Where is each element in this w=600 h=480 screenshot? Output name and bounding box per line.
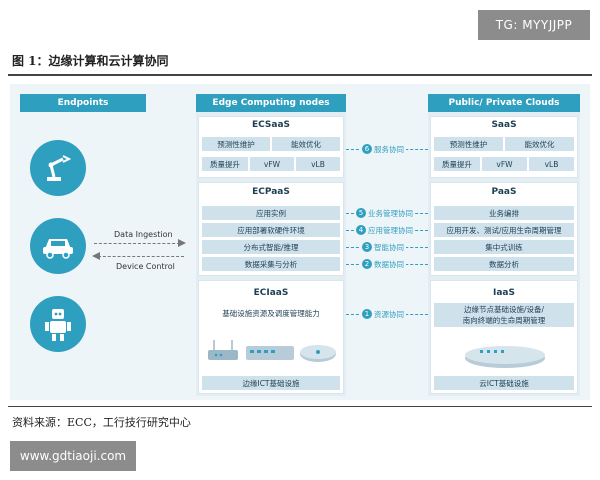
collab-number-badge: 5: [356, 208, 366, 218]
title-divider: [8, 74, 592, 76]
cloud-header: Public/ Private Clouds: [428, 94, 580, 112]
data-ingestion-arrow: [94, 243, 180, 244]
switch-icon: [246, 346, 294, 360]
ecsaas-cell: vFW: [250, 157, 294, 171]
ecpaas-row: 应用实例: [202, 206, 340, 220]
endpoints-header: Endpoints: [20, 94, 146, 112]
collab-number-badge: 6: [362, 144, 372, 154]
ecsaas-cell: 预测性维护: [202, 137, 270, 151]
source-note: 资料来源：ECC，工行技行研究中心: [12, 416, 191, 429]
source-divider: [8, 406, 592, 407]
saas-cell: vFW: [482, 157, 527, 171]
device-control-label: Device Control: [116, 262, 175, 271]
collab-label-text: 资源协同: [374, 309, 404, 319]
collab-label-text: 服务协同: [374, 144, 404, 154]
iaas-title: IaaS: [493, 288, 515, 298]
saas-cell: 预测性维护: [434, 137, 503, 151]
eciaas-title: ECIaaS: [253, 288, 289, 298]
paas-row: 集中式训练: [434, 240, 574, 254]
server-icon: [300, 345, 336, 362]
cloud-server-icon: [465, 346, 545, 368]
ecsaas-cell: vLB: [296, 157, 340, 171]
biz-collab-label: 5 业务管理协同: [354, 207, 415, 219]
saas-cell: vLB: [529, 157, 574, 171]
collab-number-badge: 1: [362, 309, 372, 319]
collab-number-badge: 3: [362, 242, 372, 252]
data-ingestion-label: Data Ingestion: [114, 230, 173, 239]
app-collab-label: 4 应用管理协同: [354, 224, 415, 236]
paas-row: 数据分析: [434, 257, 574, 271]
ecpaas-row: 分布式智能/推理: [202, 240, 340, 254]
eciaas-footer: 边缘ICT基础设施: [202, 376, 340, 390]
collab-label-text: 业务管理协同: [368, 208, 413, 218]
ecpaas-row: 应用部署软硬件环境: [202, 223, 340, 237]
paas-row: 业务编排: [434, 206, 574, 220]
saas-cell: 质量提升: [434, 157, 480, 171]
edge-devices: [208, 340, 336, 362]
watermark-bottom: www.gdtiaoji.com: [10, 441, 136, 471]
robot-arm-icon: [30, 140, 86, 196]
intel-collab-label: 3 智能协同: [360, 241, 406, 253]
ecsaas-title: ECSaaS: [251, 120, 291, 130]
iaas-footer: 云ICT基础设施: [434, 376, 574, 390]
data-ingestion-arrowhead: [178, 239, 186, 247]
eciaas-subtitle: 基础设施资源及调度管理能力: [222, 309, 320, 318]
collab-number-badge: 4: [356, 225, 366, 235]
router-icon: [208, 340, 238, 360]
figure-title: 图 1：边缘计算和云计算协同: [12, 54, 169, 68]
paas-row: 应用开发、测试/应用生命周期管理: [434, 223, 574, 237]
collab-label-text: 智能协同: [374, 242, 404, 252]
resource-collab-label: 1 资源协同: [360, 308, 406, 320]
iaas-lifecycle-line2: 南向终端的生命周期管理: [462, 316, 546, 325]
iaas-lifecycle-line1: 边缘节点基础设施/设备/: [463, 305, 545, 314]
watermark-top: TG: MYYJJPP: [478, 10, 590, 40]
collab-label-text: 数据协同: [374, 259, 404, 269]
iaas-lifecycle-box: 边缘节点基础设施/设备/ 南向终端的生命周期管理: [434, 303, 574, 327]
ecpaas-row: 数据采集与分析: [202, 257, 340, 271]
collab-number-badge: 2: [362, 259, 372, 269]
car-icon: [30, 218, 86, 274]
device-control-arrow: [98, 256, 184, 257]
saas-cell: 能效优化: [505, 137, 574, 151]
service-collab-label: 6 服务协同: [360, 143, 406, 155]
paas-title: PaaS: [491, 187, 517, 197]
robot-icon: [30, 296, 86, 352]
ecpaas-title: ECPaaS: [252, 187, 290, 197]
saas-title: SaaS: [491, 120, 517, 130]
data-collab-label: 2 数据协同: [360, 258, 406, 270]
edge-header: Edge Computing nodes: [196, 94, 346, 112]
collab-label-text: 应用管理协同: [368, 225, 413, 235]
ecsaas-cell: 质量提升: [202, 157, 248, 171]
ecsaas-cell: 能效优化: [272, 137, 340, 151]
